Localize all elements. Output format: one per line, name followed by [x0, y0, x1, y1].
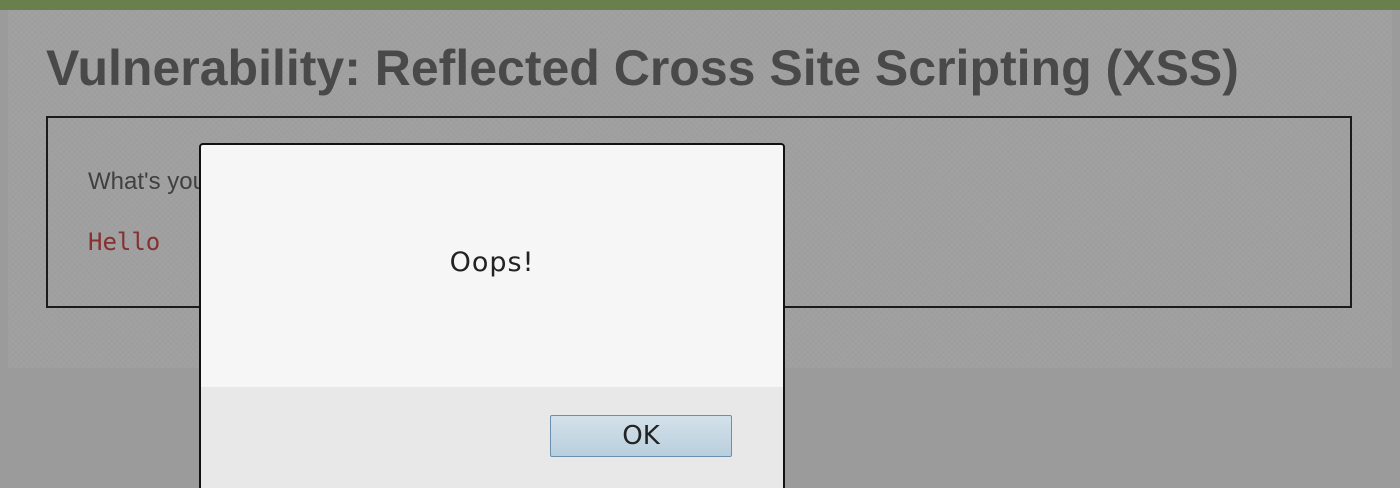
- ok-button[interactable]: OK: [550, 415, 732, 457]
- alert-footer: OK: [201, 387, 783, 488]
- alert-dialog: Oops! OK: [199, 143, 785, 488]
- alert-message: Oops!: [449, 247, 535, 278]
